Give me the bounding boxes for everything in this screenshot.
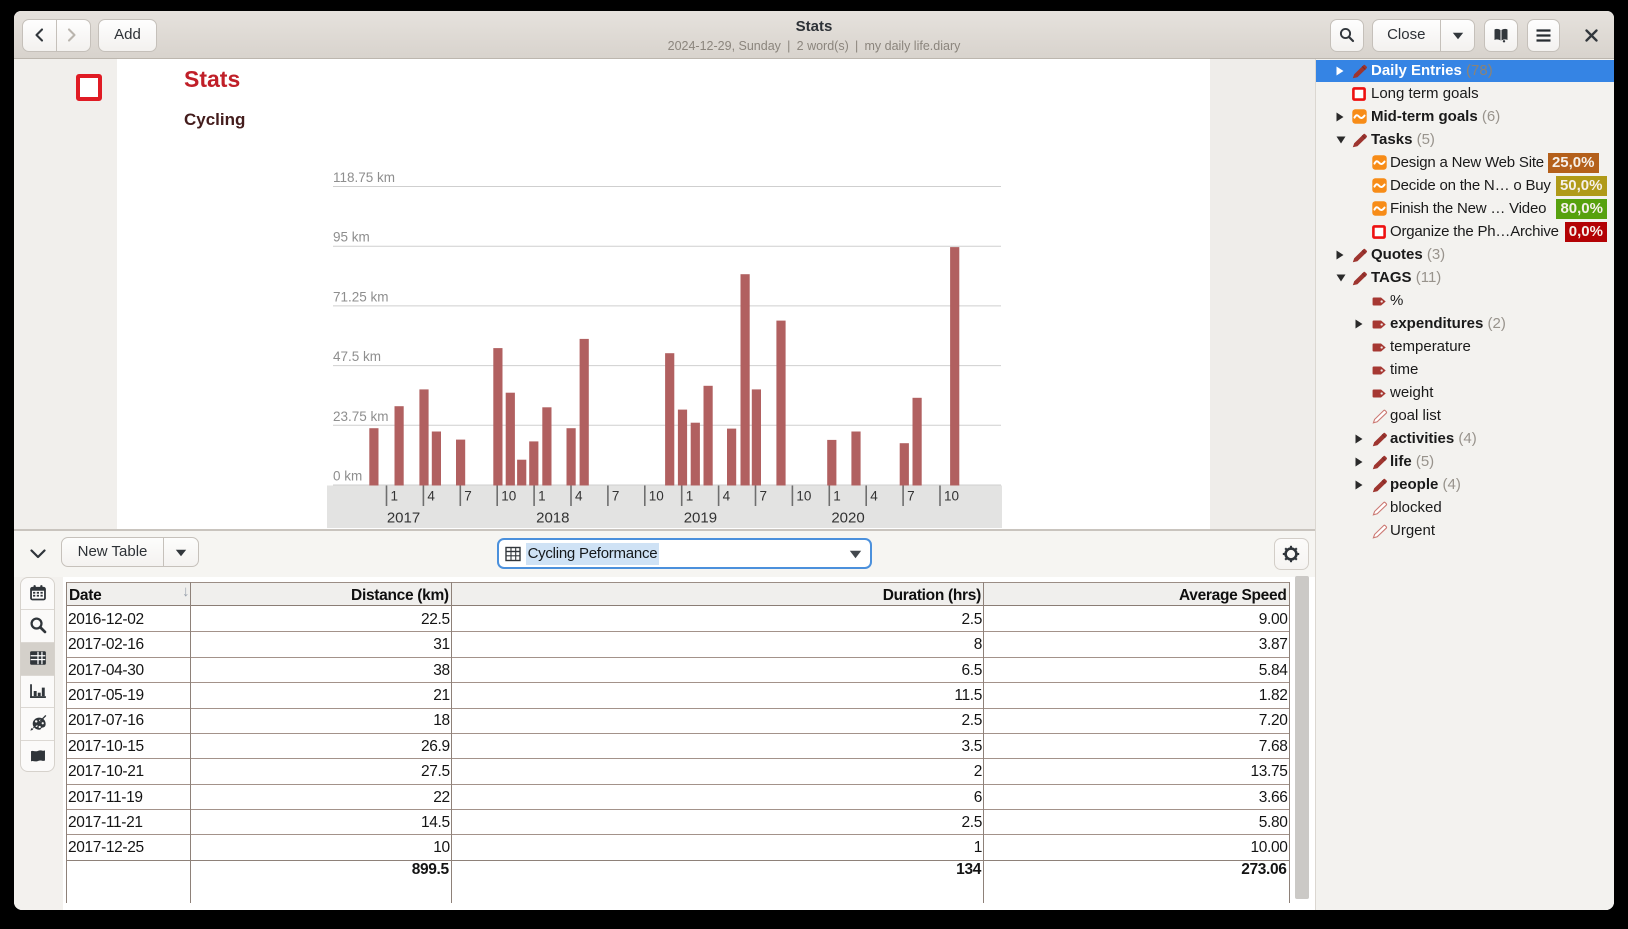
svg-text:7: 7 (907, 489, 915, 504)
svg-text:118.75 km: 118.75 km (333, 170, 395, 185)
svg-text:2020: 2020 (831, 510, 864, 527)
svg-text:4: 4 (575, 489, 583, 504)
svg-text:2017: 2017 (387, 510, 420, 527)
svg-text:2018: 2018 (536, 510, 569, 527)
svg-text:10: 10 (944, 489, 959, 504)
svg-text:2019: 2019 (684, 510, 717, 527)
svg-text:1: 1 (686, 489, 694, 504)
svg-text:4: 4 (723, 489, 731, 504)
svg-text:7: 7 (612, 489, 620, 504)
svg-text:47.5 km: 47.5 km (333, 349, 381, 364)
svg-text:7: 7 (464, 489, 472, 504)
svg-text:10: 10 (501, 489, 516, 504)
svg-text:7: 7 (760, 489, 768, 504)
svg-text:1: 1 (391, 489, 399, 504)
svg-text:1: 1 (538, 489, 546, 504)
svg-text:10: 10 (649, 489, 664, 504)
svg-text:23.75 km: 23.75 km (333, 409, 389, 424)
svg-text:4: 4 (870, 489, 878, 504)
svg-text:1: 1 (833, 489, 841, 504)
svg-text:71.25 km: 71.25 km (333, 289, 389, 304)
svg-text:4: 4 (427, 489, 435, 504)
svg-text:95 km: 95 km (333, 230, 370, 245)
svg-text:0 km: 0 km (333, 469, 362, 484)
svg-text:10: 10 (796, 489, 811, 504)
